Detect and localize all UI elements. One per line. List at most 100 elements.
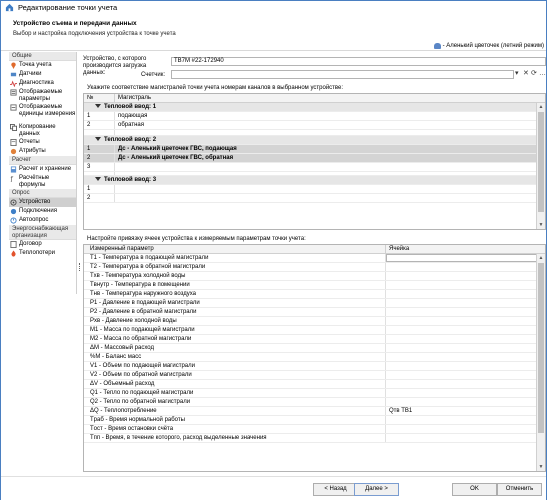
table-row[interactable]: ΔQ - Теплопотребление Qтв ТВ1	[84, 407, 545, 416]
table-row[interactable]: 2 обратная	[84, 121, 545, 130]
cell-value[interactable]	[386, 380, 545, 388]
device-field[interactable]: ТВ7М #22-172940	[171, 57, 546, 66]
scroll-down-icon[interactable]: ▼	[537, 463, 545, 471]
cell-value[interactable]	[386, 254, 545, 262]
cell-value[interactable]	[386, 362, 545, 370]
parameter-cell: V2 - Объем по обратной магистрали	[84, 371, 386, 379]
cell-value[interactable]	[386, 281, 545, 289]
more-icon[interactable]: …	[539, 69, 546, 78]
cell-value[interactable]	[386, 272, 545, 280]
sensor-icon	[10, 72, 17, 77]
table-row[interactable]: Tраб - Время нормальной работы	[84, 416, 545, 425]
table-row[interactable]: Tнв - Температура наружного воздуха	[84, 290, 545, 299]
sidebar-item-device[interactable]: Устройство	[9, 198, 76, 207]
table-row[interactable]: 1 Дс - Аленький цветочек ГВС, подающая	[84, 145, 545, 154]
scroll-thumb[interactable]	[538, 112, 544, 212]
table-row[interactable]: Tост - Время остановки счёта	[84, 425, 545, 434]
table-row[interactable]: 1	[84, 185, 545, 194]
cell-value[interactable]	[386, 290, 545, 298]
counter-select[interactable]	[171, 70, 514, 79]
chevron-down-icon[interactable]: ▾	[515, 69, 519, 78]
column-line[interactable]: Магистраль	[115, 94, 545, 102]
cell-value[interactable]	[386, 263, 545, 271]
table-row[interactable]: T2 - Температура в обратной магистрали	[84, 263, 545, 272]
table-row[interactable]: T1 - Температура в подающей магистрали	[84, 254, 545, 263]
table-row[interactable]: Q1 - Тепло по подающей магистрали	[84, 389, 545, 398]
table-row[interactable]: 3	[84, 163, 545, 172]
table-row[interactable]: Pхв - Давление холодной воды	[84, 317, 545, 326]
sidebar-item-heatloss[interactable]: Теплопотери	[9, 249, 76, 258]
cell-value[interactable]	[386, 434, 545, 442]
cell-value[interactable]	[386, 371, 545, 379]
clear-icon[interactable]: ✕	[523, 69, 529, 78]
collapse-icon[interactable]	[95, 137, 101, 142]
table-row[interactable]: V2 - Объем по обратной магистрали	[84, 371, 545, 380]
cell-value[interactable]	[386, 389, 545, 397]
ok-button[interactable]: OK	[452, 483, 497, 496]
scroll-down-icon[interactable]: ▼	[537, 221, 545, 229]
scroll-up-icon[interactable]: ▲	[537, 103, 545, 111]
parameter-cell: M2 - Масса по обратной магистрали	[84, 335, 386, 343]
cell-value[interactable]	[386, 299, 545, 307]
column-parameter[interactable]: Измеренный параметр	[84, 245, 386, 253]
sidebar-item-formulas[interactable]: ƒ Расчётные формулы	[9, 174, 76, 189]
table-row[interactable]: 2	[84, 194, 545, 203]
sidebar-item-diagnostics[interactable]: Диагностика	[9, 79, 76, 88]
main-panel: Устройство, с которого производится загр…	[81, 52, 546, 472]
sidebar-item-copy-data[interactable]: Копирование данных	[9, 123, 76, 138]
table-row[interactable]: P1 - Давление в подающей магистрали	[84, 299, 545, 308]
sidebar-item-display-units[interactable]: Отображаемые единицы измерения	[9, 103, 76, 123]
sidebar-item-metering-point[interactable]: Точка учета	[9, 61, 76, 70]
table-row[interactable]: 1 подающая	[84, 112, 545, 121]
sidebar-item-contract[interactable]: Договор	[9, 240, 76, 249]
cell-value[interactable]	[386, 335, 545, 343]
binding-scrollbar[interactable]: ▲ ▼	[536, 254, 545, 471]
table-row[interactable]: 2 Дс - Аленький цветочек ГВС, обратная	[84, 154, 545, 163]
parameter-cell: Tнв - Температура наружного воздуха	[84, 290, 386, 298]
cell-value[interactable]	[386, 317, 545, 325]
collapse-icon[interactable]	[95, 104, 101, 109]
collapse-icon[interactable]	[95, 177, 101, 182]
table-row[interactable]: M1 - Масса по подающей магистрали	[84, 326, 545, 335]
next-button[interactable]: Далее >	[354, 483, 399, 496]
group-row[interactable]: Тепловой ввод: 2	[84, 136, 545, 145]
sidebar-item-display-params[interactable]: Отображаемые параметры	[9, 88, 76, 103]
sidebar-item-sensors[interactable]: Датчики	[9, 70, 76, 79]
parameter-cell: Tхв - Температура холодной воды	[84, 272, 386, 280]
group-row[interactable]: Тепловой ввод: 1	[84, 103, 545, 112]
cell-value[interactable]	[386, 353, 545, 361]
table-row[interactable]: P2 - Давление в обратной магистрали	[84, 308, 545, 317]
copy-icon	[10, 124, 17, 131]
table-row[interactable]: ΔM - Массовый расход	[84, 344, 545, 353]
cell-value[interactable]	[386, 308, 545, 316]
table-row[interactable]: Tвнутр - Температура в помещении	[84, 281, 545, 290]
table-row[interactable]: %M - Баланс масс	[84, 353, 545, 362]
table-row[interactable]: Q2 - Тепло по обратной магистрали	[84, 398, 545, 407]
cell-value[interactable]: Qтв ТВ1	[386, 407, 545, 415]
cell-value[interactable]	[386, 425, 545, 433]
table-row[interactable]: Tхв - Температура холодной воды	[84, 272, 545, 281]
refresh-icon[interactable]: ⟳	[531, 69, 537, 78]
sidebar-item-attributes[interactable]: Атрибуты	[9, 147, 76, 156]
table-row[interactable]: V1 - Объем по подающей магистрали	[84, 362, 545, 371]
cell-value[interactable]	[386, 344, 545, 352]
back-button[interactable]: < Назад	[313, 483, 358, 496]
scroll-thumb[interactable]	[538, 263, 544, 433]
sidebar-item-connections[interactable]: Подключения	[9, 207, 76, 216]
table-row[interactable]: M2 - Масса по обратной магистрали	[84, 335, 545, 344]
user-info: - Аленький цветочек (летний режим)	[433, 43, 544, 49]
cell-value[interactable]	[386, 416, 545, 424]
cell-value[interactable]	[386, 326, 545, 334]
table-row[interactable]: ΔV - Объемный расход	[84, 380, 545, 389]
group-row[interactable]: Тепловой ввод: 3	[84, 176, 545, 185]
column-cell[interactable]: Ячейка	[386, 245, 545, 253]
scroll-up-icon[interactable]: ▲	[537, 254, 545, 262]
cell-value[interactable]	[386, 398, 545, 406]
table-row[interactable]: Tпп - Время, в течение которого, расход …	[84, 434, 545, 443]
sidebar-item-autopoll[interactable]: Автоопрос	[9, 216, 76, 225]
sidebar-item-reports[interactable]: Отчеты	[9, 138, 76, 147]
cancel-button[interactable]: Отменить	[497, 483, 542, 496]
channels-scrollbar[interactable]: ▲ ▼	[536, 103, 545, 229]
column-number[interactable]: №	[84, 94, 115, 102]
sidebar-item-calc-storage[interactable]: Расчет и хранение	[9, 165, 76, 174]
